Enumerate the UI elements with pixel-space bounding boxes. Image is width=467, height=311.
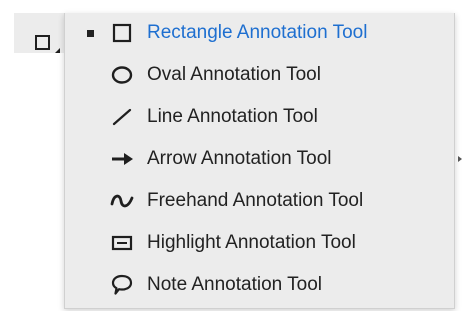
menu-item-label: Highlight Annotation Tool (147, 232, 356, 253)
annotation-tool-menu: Rectangle Annotation Tool Oval Annotatio… (64, 13, 455, 309)
submenu-arrow-icon (458, 156, 462, 162)
rectangle-icon (109, 20, 135, 46)
line-icon (109, 104, 135, 130)
menu-item-freehand[interactable]: Freehand Annotation Tool (65, 183, 454, 219)
menu-item-highlight[interactable]: Highlight Annotation Tool (65, 225, 454, 261)
menu-item-note[interactable]: Note Annotation Tool (65, 267, 454, 303)
dropdown-corner-icon (55, 48, 60, 53)
highlight-icon (109, 230, 135, 256)
menu-item-label: Oval Annotation Tool (147, 64, 321, 85)
selected-check-icon (87, 29, 94, 37)
annotation-tool-picker: Rectangle Annotation Tool Oval Annotatio… (0, 0, 467, 311)
freehand-icon (109, 188, 135, 214)
menu-item-label: Note Annotation Tool (147, 274, 323, 295)
menu-item-label: Line Annotation Tool (147, 106, 318, 127)
menu-item-label: Freehand Annotation Tool (147, 190, 364, 211)
menu-item-rectangle[interactable]: Rectangle Annotation Tool (65, 15, 454, 51)
menu-item-label: Rectangle Annotation Tool (147, 22, 368, 43)
menu-item-line[interactable]: Line Annotation Tool (65, 99, 454, 135)
oval-icon (109, 62, 135, 88)
note-icon (109, 272, 135, 298)
annotation-tool-button[interactable] (14, 13, 66, 53)
arrow-icon (109, 146, 135, 172)
menu-item-label: Arrow Annotation Tool (147, 148, 332, 169)
rectangle-icon (35, 35, 50, 50)
menu-item-oval[interactable]: Oval Annotation Tool (65, 57, 454, 93)
menu-item-arrow[interactable]: Arrow Annotation Tool (65, 141, 454, 177)
